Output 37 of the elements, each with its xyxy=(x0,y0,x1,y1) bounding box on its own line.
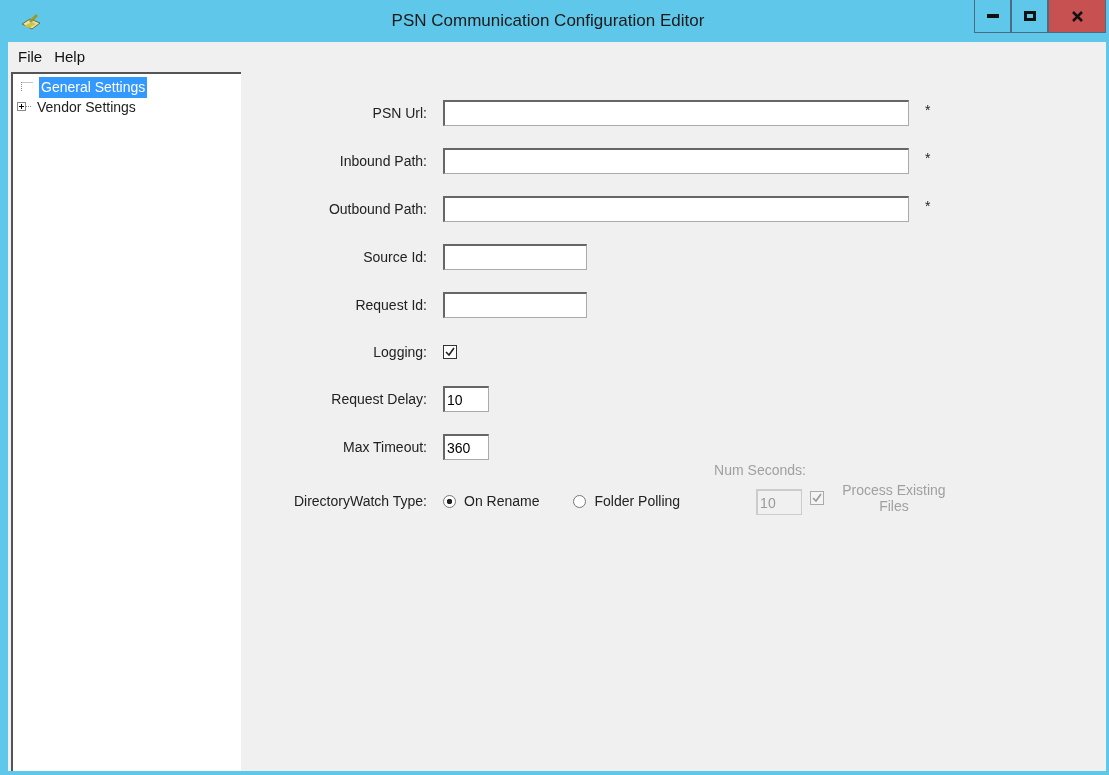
menu-item[interactable]: Help xyxy=(54,45,86,69)
field-label: Source Id: xyxy=(362,247,428,267)
field-label: Outbound Path: xyxy=(327,199,428,219)
radio-label: On Rename xyxy=(464,492,540,511)
maximize-icon xyxy=(1023,11,1036,21)
field-label: Logging: xyxy=(372,342,428,362)
input-field[interactable] xyxy=(443,196,909,222)
required-mark: * xyxy=(925,197,931,216)
field-label: Inbound Path: xyxy=(338,151,428,171)
input-field[interactable] xyxy=(443,244,587,270)
menu-item[interactable]: File xyxy=(18,45,43,69)
radio-label: Folder Polling xyxy=(594,492,681,511)
radio-button[interactable] xyxy=(443,495,456,508)
field-label: PSN Url: xyxy=(371,103,428,123)
tree-item[interactable]: Vendor Settings xyxy=(35,96,138,118)
close-icon xyxy=(1071,10,1083,22)
field-label: Request Id: xyxy=(354,295,428,315)
input-field[interactable]: 360 xyxy=(443,434,489,460)
field-label: Request Delay: xyxy=(330,389,428,409)
input-field[interactable] xyxy=(443,292,587,318)
maximize-button[interactable] xyxy=(1011,0,1048,33)
radio-button[interactable] xyxy=(573,495,587,508)
window-title: PSN Communication Configuration Editor xyxy=(391,11,705,31)
input-field[interactable] xyxy=(443,148,909,174)
required-mark: * xyxy=(925,101,931,120)
field-label: DirectoryWatch Type: xyxy=(292,492,428,511)
required-mark: * xyxy=(925,149,931,168)
field-label: Max Timeout: xyxy=(341,437,428,457)
checkbox[interactable] xyxy=(443,345,457,359)
minimize-icon xyxy=(986,14,999,18)
input-field[interactable] xyxy=(443,100,909,126)
app-icon xyxy=(20,12,42,30)
close-button[interactable] xyxy=(1048,0,1106,33)
checkbox-label: Process Existing Files xyxy=(841,481,947,514)
field-label: Num Seconds: xyxy=(714,461,806,480)
minimize-button[interactable] xyxy=(974,0,1011,33)
input-field[interactable]: 10 xyxy=(443,386,489,412)
